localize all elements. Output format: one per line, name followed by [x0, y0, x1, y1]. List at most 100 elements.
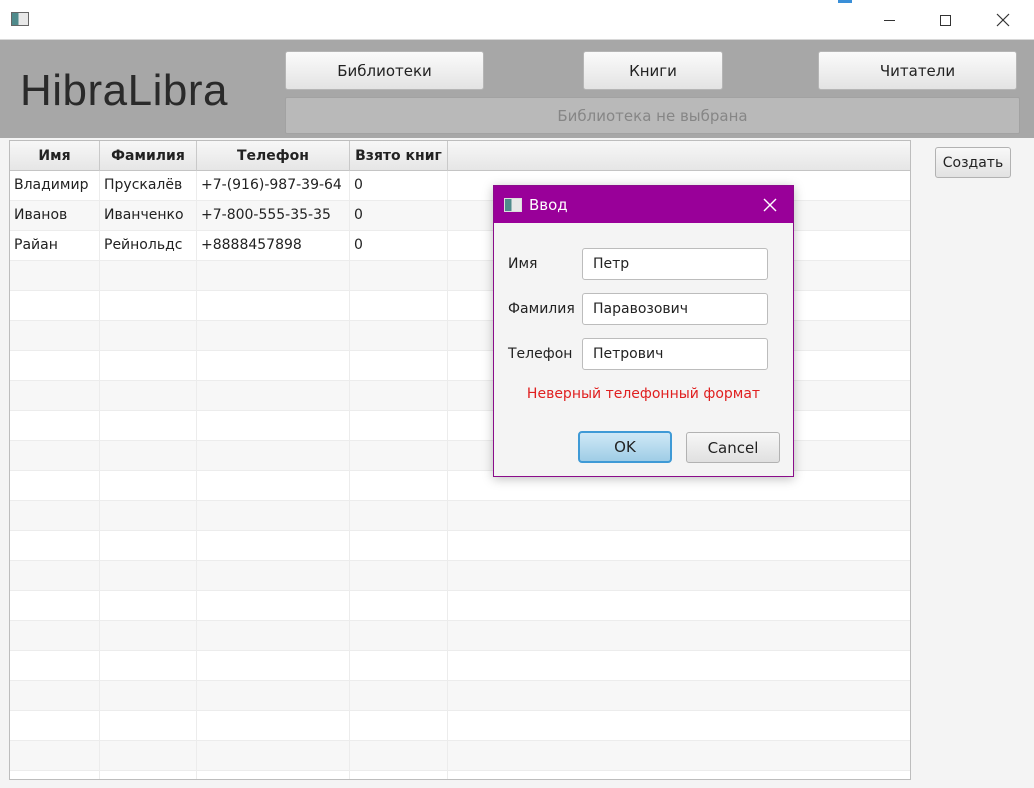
- table-cell: [197, 411, 350, 441]
- table-cell: [350, 771, 448, 779]
- close-icon: [996, 13, 1010, 27]
- empty-table-row[interactable]: [10, 561, 910, 591]
- table-cell: [100, 411, 197, 441]
- table-cell: [197, 681, 350, 711]
- input-dialog: Ввод Имя Фамилия Телефон Неверный телефо…: [493, 185, 794, 477]
- table-cell: [197, 441, 350, 471]
- cancel-button[interactable]: Cancel: [686, 432, 780, 463]
- empty-table-row[interactable]: [10, 711, 910, 741]
- table-cell: [197, 381, 350, 411]
- last-name-field[interactable]: [582, 293, 768, 325]
- app-window-icon: [11, 12, 29, 26]
- table-cell: [100, 501, 197, 531]
- empty-table-row[interactable]: [10, 771, 910, 779]
- empty-table-row[interactable]: [10, 741, 910, 771]
- table-cell: [10, 621, 100, 651]
- table-cell: [100, 351, 197, 381]
- table-cell: [100, 441, 197, 471]
- empty-table-row[interactable]: [10, 651, 910, 681]
- column-header-first-name[interactable]: Имя: [10, 141, 100, 171]
- phone-field[interactable]: [582, 338, 768, 370]
- maximize-button[interactable]: [922, 5, 968, 35]
- table-cell: [100, 261, 197, 291]
- table-cell: Рейнольдс: [100, 231, 197, 261]
- empty-table-row[interactable]: [10, 531, 910, 561]
- empty-table-row[interactable]: [10, 501, 910, 531]
- last-name-label: Фамилия: [508, 301, 575, 317]
- books-button[interactable]: Книги: [583, 51, 723, 90]
- minimize-button[interactable]: [866, 5, 912, 35]
- table-cell: 0: [350, 171, 448, 201]
- table-cell: [448, 651, 910, 681]
- window-close-button[interactable]: [980, 5, 1026, 35]
- table-cell: [197, 261, 350, 291]
- table-cell: [197, 351, 350, 381]
- table-cell: [197, 621, 350, 651]
- table-cell: [350, 651, 448, 681]
- readers-button[interactable]: Читатели: [818, 51, 1017, 90]
- table-cell: [197, 711, 350, 741]
- table-cell: +7-(916)-987-39-64: [197, 171, 350, 201]
- dialog-title: Ввод: [529, 196, 568, 214]
- minimize-icon: [883, 19, 895, 21]
- maximize-icon: [939, 14, 951, 26]
- table-cell: [350, 531, 448, 561]
- table-cell: [10, 681, 100, 711]
- close-icon[interactable]: [760, 195, 780, 215]
- selected-library-status: Библиотека не выбрана: [285, 97, 1020, 134]
- app-header: HibraLibra Библиотеки Книги Читатели Биб…: [0, 40, 1034, 138]
- column-header-books-taken[interactable]: Взято книг: [350, 141, 448, 171]
- table-cell: [350, 321, 448, 351]
- table-cell: [100, 321, 197, 351]
- table-cell: [10, 321, 100, 351]
- table-cell: [350, 351, 448, 381]
- table-cell: [10, 741, 100, 771]
- first-name-field[interactable]: [582, 248, 768, 280]
- ok-button[interactable]: OK: [578, 431, 672, 463]
- dialog-app-icon: [504, 198, 522, 212]
- table-cell: [197, 561, 350, 591]
- table-cell: [448, 531, 910, 561]
- column-header-phone[interactable]: Телефон: [197, 141, 350, 171]
- column-header-last-name[interactable]: Фамилия: [100, 141, 197, 171]
- table-cell: [197, 651, 350, 681]
- window-titlebar: [0, 0, 1034, 40]
- empty-table-row[interactable]: [10, 591, 910, 621]
- table-header: Имя Фамилия Телефон Взято книг: [10, 141, 910, 171]
- table-cell: [350, 291, 448, 321]
- table-cell: [100, 561, 197, 591]
- phone-label: Телефон: [508, 346, 573, 362]
- table-cell: [350, 681, 448, 711]
- table-cell: [350, 441, 448, 471]
- table-cell: Владимир: [10, 171, 100, 201]
- table-cell: [350, 471, 448, 501]
- table-cell: [10, 591, 100, 621]
- empty-table-row[interactable]: [10, 621, 910, 651]
- libraries-button[interactable]: Библиотеки: [285, 51, 484, 90]
- table-cell: 0: [350, 201, 448, 231]
- table-cell: [197, 291, 350, 321]
- table-cell: [448, 501, 910, 531]
- table-cell: [10, 561, 100, 591]
- table-cell: [448, 681, 910, 711]
- table-cell: +8888457898: [197, 231, 350, 261]
- table-cell: [350, 561, 448, 591]
- column-header-filler: [448, 141, 910, 171]
- table-cell: [350, 501, 448, 531]
- table-cell: Райан: [10, 231, 100, 261]
- empty-table-row[interactable]: [10, 681, 910, 711]
- table-cell: [10, 261, 100, 291]
- table-cell: [448, 591, 910, 621]
- table-cell: [10, 411, 100, 441]
- table-cell: 0: [350, 231, 448, 261]
- table-cell: [197, 591, 350, 621]
- table-cell: [197, 501, 350, 531]
- table-cell: [100, 291, 197, 321]
- table-cell: [100, 531, 197, 561]
- table-cell: [197, 741, 350, 771]
- create-button[interactable]: Создать: [935, 147, 1011, 178]
- table-cell: [10, 381, 100, 411]
- table-cell: [10, 711, 100, 741]
- table-cell: [10, 771, 100, 779]
- table-cell: [197, 531, 350, 561]
